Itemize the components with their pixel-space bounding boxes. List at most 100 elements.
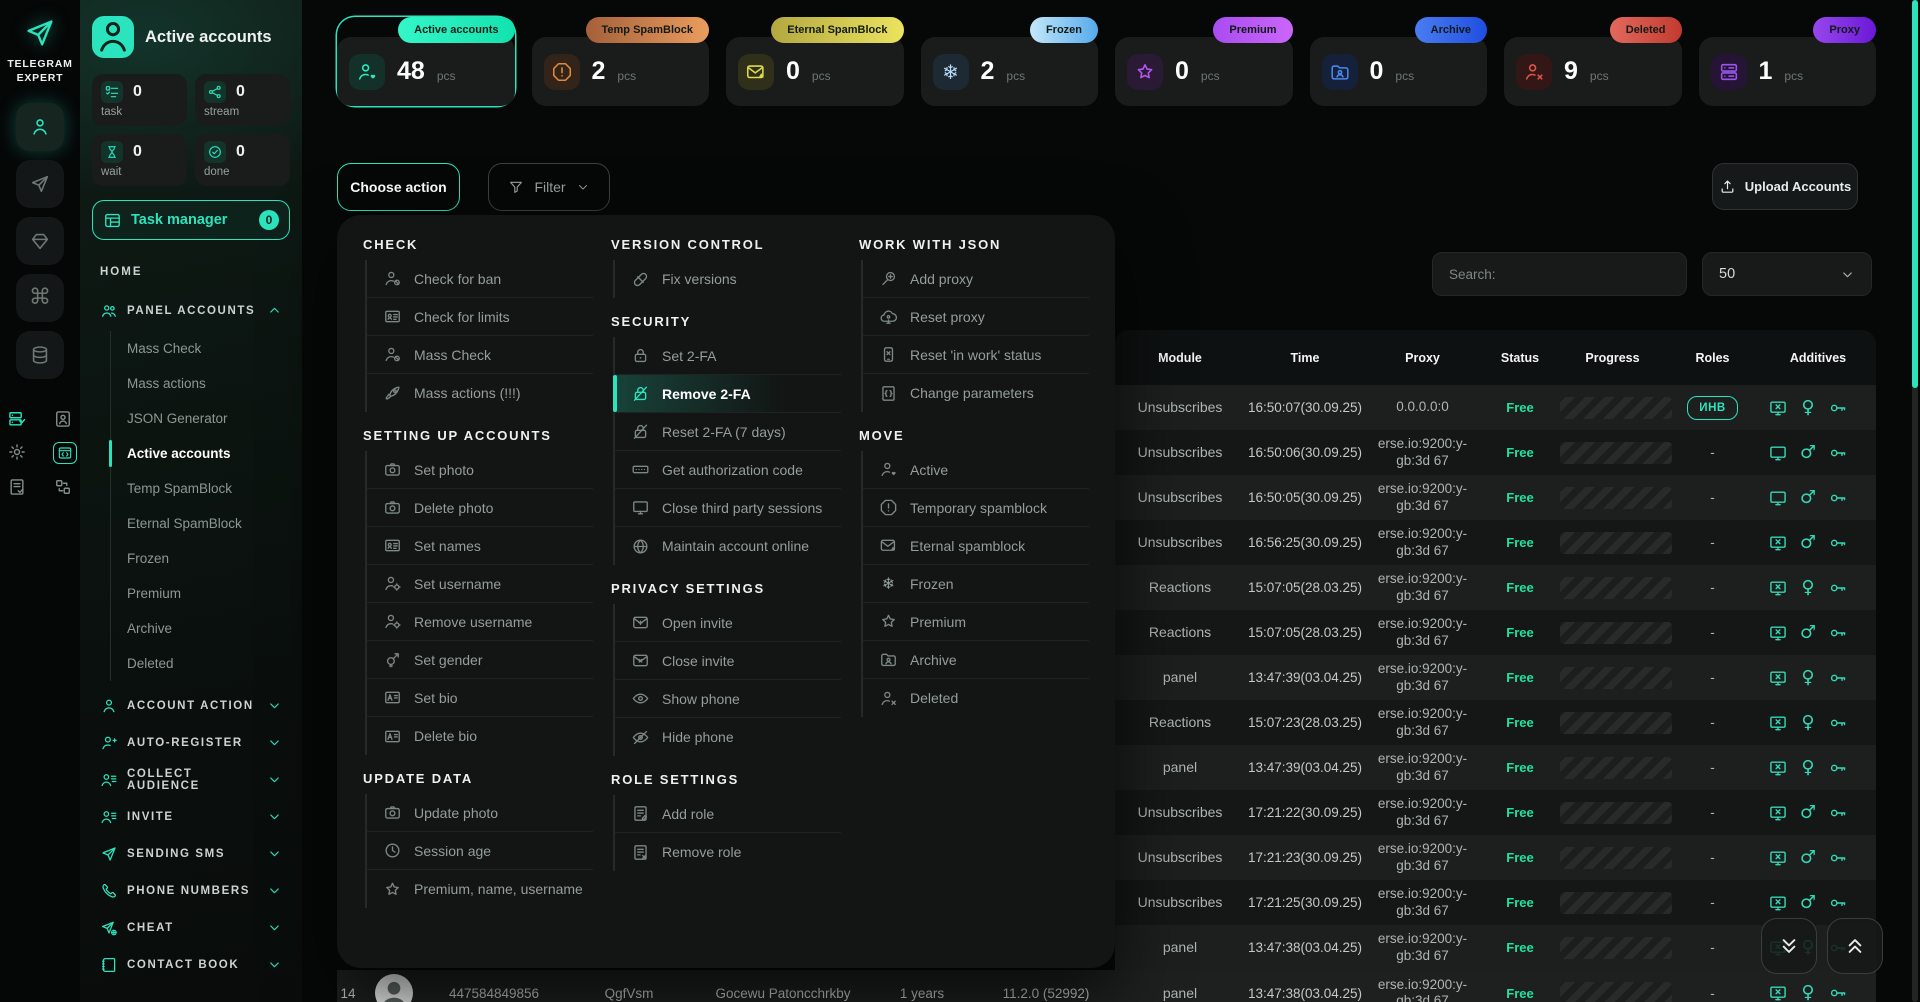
sidebar-section-sending-sms[interactable]: SENDING SMS [92, 835, 290, 872]
menu-item-set-bio[interactable]: Set bio [367, 679, 593, 717]
sidebar-item-frozen[interactable]: Frozen [111, 541, 290, 576]
sidebar-section-cheat[interactable]: CHEAT [92, 909, 290, 946]
menu-item-hide-phone[interactable]: Hide phone [615, 718, 841, 756]
sidebar-item-eternal-spamblock[interactable]: Eternal SpamBlock [111, 506, 290, 541]
sidebar-section-invite[interactable]: INVITE [92, 798, 290, 835]
rail-item-database[interactable] [16, 331, 64, 379]
sidebar-item-home[interactable]: HOME [100, 266, 290, 278]
status-card-temp-spamblock[interactable]: Temp SpamBlock2pcs [532, 17, 710, 106]
rail-item-sending[interactable] [16, 160, 64, 208]
menu-item-set-gender[interactable]: Set gender [367, 641, 593, 679]
status-card-frozen[interactable]: Frozen❄2pcs [921, 17, 1099, 106]
menu-item-delete-bio[interactable]: Delete bio [367, 717, 593, 755]
menu-item-delete-photo[interactable]: Delete photo [367, 489, 593, 527]
sidebar-section-collect-audience[interactable]: COLLECT AUDIENCE [92, 761, 290, 798]
menu-item-check-for-limits[interactable]: Check for limits [367, 298, 593, 336]
menu-item-reset-2-fa-7-days-[interactable]: Reset 2-FA (7 days) [615, 413, 841, 451]
menu-item-maintain-account-online[interactable]: Maintain account online [615, 527, 841, 565]
scroll-to-top-button[interactable] [1827, 918, 1883, 974]
rail-item-accounts[interactable] [16, 103, 64, 151]
status-card-premium[interactable]: Premium0pcs [1115, 17, 1293, 106]
table-row[interactable]: Unsubscribes17:21:25(30.09.25)erse.io:92… [1115, 880, 1876, 925]
menu-item-fix-versions[interactable]: Fix versions [615, 260, 841, 298]
search-input[interactable] [1432, 252, 1687, 296]
menu-item-set-username[interactable]: Set username [367, 565, 593, 603]
upload-accounts-button[interactable]: Upload Accounts [1712, 163, 1858, 210]
table-row-full[interactable]: 14447584849856QgfVsmGocewu Patoncchrkby1… [337, 970, 1876, 1002]
menu-item-close-invite[interactable]: Close invite [615, 642, 841, 680]
rail-item-premium[interactable] [16, 217, 64, 265]
menu-item-set-photo[interactable]: Set photo [367, 451, 593, 489]
task-manager-button[interactable]: Task manager 0 [92, 200, 290, 240]
table-row[interactable]: Unsubscribes16:50:05(30.09.25)erse.io:92… [1115, 475, 1876, 520]
menu-item-eternal-spamblock[interactable]: Eternal spamblock [863, 527, 1089, 565]
table-row[interactable]: Reactions15:07:05(28.03.25)erse.io:9200:… [1115, 565, 1876, 610]
sidebar-item-temp-spamblock[interactable]: Temp SpamBlock [111, 471, 290, 506]
person-badge-icon[interactable] [53, 409, 73, 429]
menu-item-deleted[interactable]: Deleted [863, 679, 1089, 717]
rail-item-shortcuts[interactable]: ⌘ [16, 274, 64, 322]
table-row[interactable]: Unsubscribes16:50:07(30.09.25)0.0.0.0:0F… [1115, 385, 1876, 430]
menu-item-add-role[interactable]: Add role [615, 795, 841, 833]
menu-item-temporary-spamblock[interactable]: Temporary spamblock [863, 489, 1089, 527]
sidebar-section-panel-accounts[interactable]: PANEL ACCOUNTS [92, 292, 290, 329]
menu-item-mass-check[interactable]: Mass Check [367, 336, 593, 374]
table-row[interactable]: Reactions15:07:05(28.03.25)erse.io:9200:… [1115, 610, 1876, 655]
menu-item-add-proxy[interactable]: Add proxy [863, 260, 1089, 298]
sidebar-section-phone-numbers[interactable]: PHONE NUMBERS [92, 872, 290, 909]
menu-item-archive[interactable]: Archive [863, 641, 1089, 679]
status-card-archive[interactable]: Archive0pcs [1310, 17, 1488, 106]
menu-item-check-for-ban[interactable]: Check for ban [367, 260, 593, 298]
page-size-select[interactable]: 50 [1702, 252, 1872, 296]
menu-item-remove-username[interactable]: Remove username [367, 603, 593, 641]
menu-item-premium[interactable]: Premium [863, 603, 1089, 641]
menu-item-get-authorization-code[interactable]: Get authorization code [615, 451, 841, 489]
menu-item-session-age[interactable]: Session age [367, 832, 593, 870]
menu-item-close-third-party-sessions[interactable]: Close third party sessions [615, 489, 841, 527]
sidebar-section-contact-book[interactable]: CONTACT BOOK [92, 946, 290, 983]
swap-icon[interactable] [53, 477, 73, 497]
server-check-icon[interactable] [7, 409, 27, 429]
menu-item-reset-proxy[interactable]: Reset proxy [863, 298, 1089, 336]
menu-item-set-names[interactable]: Set names [367, 527, 593, 565]
table-row[interactable]: Unsubscribes16:50:06(30.09.25)erse.io:92… [1115, 430, 1876, 475]
sidebar-item-mass-check[interactable]: Mass Check [111, 331, 290, 366]
table-row[interactable]: Unsubscribes16:56:25(30.09.25)erse.io:92… [1115, 520, 1876, 565]
code-window-icon[interactable] [53, 442, 77, 464]
status-card-eternal-spamblock[interactable]: Eternal SpamBlock0pcs [726, 17, 904, 106]
menu-item-reset-in-work-status[interactable]: Reset 'in work' status [863, 336, 1089, 374]
sidebar-section-auto-register[interactable]: AUTO-REGISTER [92, 724, 290, 761]
gear-icon[interactable] [7, 442, 27, 462]
menu-item-update-photo[interactable]: Update photo [367, 794, 593, 832]
status-card-deleted[interactable]: Deleted9pcs [1504, 17, 1682, 106]
status-card-proxy[interactable]: Proxy1pcs [1699, 17, 1877, 106]
menu-item-remove-role[interactable]: Remove role [615, 833, 841, 871]
table-row[interactable]: panel13:47:39(03.04.25)erse.io:9200:y-gb… [1115, 655, 1876, 700]
sidebar-section-account-action[interactable]: ACCOUNT ACTION [92, 687, 290, 724]
doc-check-icon[interactable] [7, 477, 27, 497]
status-card-active-accounts[interactable]: Active accounts48pcs [337, 17, 515, 106]
scroll-to-bottom-button[interactable] [1761, 918, 1817, 974]
table-row[interactable]: Unsubscribes17:21:22(30.09.25)erse.io:92… [1115, 790, 1876, 835]
sidebar-item-premium[interactable]: Premium [111, 576, 290, 611]
filter-button[interactable]: Filter [488, 163, 610, 211]
menu-item-show-phone[interactable]: Show phone [615, 680, 841, 718]
table-row[interactable]: panel13:47:39(03.04.25)erse.io:9200:y-gb… [1115, 745, 1876, 790]
menu-item-premium-name-username[interactable]: Premium, name, username [367, 870, 593, 908]
menu-item-change-parameters[interactable]: Change parameters [863, 374, 1089, 412]
menu-item-mass-actions-[interactable]: Mass actions (!!!) [367, 374, 593, 412]
choose-action-button[interactable]: Choose action [337, 163, 460, 211]
sidebar-item-mass-actions[interactable]: Mass actions [111, 366, 290, 401]
menu-item-open-invite[interactable]: Open invite [615, 604, 841, 642]
scrollbar-thumb[interactable] [1912, 0, 1918, 388]
table-row[interactable]: Reactions15:07:23(28.03.25)erse.io:9200:… [1115, 700, 1876, 745]
menu-item-active[interactable]: Active [863, 451, 1089, 489]
menu-item-remove-2-fa[interactable]: Remove 2-FA [615, 375, 841, 413]
sidebar-item-deleted[interactable]: Deleted [111, 646, 290, 681]
sidebar-item-active-accounts[interactable]: Active accounts [111, 436, 290, 471]
sidebar-item-archive[interactable]: Archive [111, 611, 290, 646]
table-row[interactable]: Unsubscribes17:21:23(30.09.25)erse.io:92… [1115, 835, 1876, 880]
menu-item-frozen[interactable]: ❄Frozen [863, 565, 1089, 603]
menu-item-set-2-fa[interactable]: Set 2-FA [615, 337, 841, 375]
sidebar-item-json-generator[interactable]: JSON Generator [111, 401, 290, 436]
